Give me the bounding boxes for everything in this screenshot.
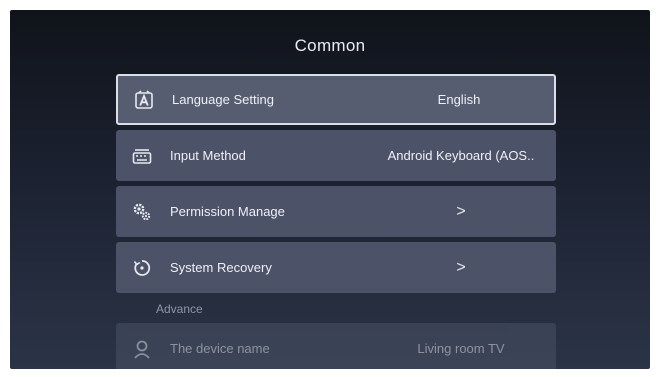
permission-gear-icon: [132, 202, 152, 222]
menu-item-permission-manage[interactable]: Permission Manage >: [116, 186, 556, 237]
input-method-value: Android Keyboard (AOS..: [387, 148, 535, 163]
language-value: English: [437, 92, 481, 107]
menu-item-device-name[interactable]: The device name Living room TV: [116, 323, 556, 369]
menu-item-label: Permission Manage: [170, 204, 285, 219]
recovery-icon: [132, 258, 152, 278]
menu-item-label: The device name: [170, 341, 270, 356]
language-icon: [134, 89, 154, 110]
keyboard-icon: [132, 146, 152, 166]
chevron-right-icon: >: [456, 202, 466, 220]
person-icon: [132, 339, 152, 359]
page-title: Common: [294, 36, 366, 55]
device-name-value: Living room TV: [417, 341, 505, 356]
menu-item-label: Language Setting: [172, 92, 274, 107]
menu-item-input-method[interactable]: Input Method Android Keyboard (AOS..: [116, 130, 556, 181]
menu-item-label: Input Method: [170, 148, 246, 163]
section-label-advance: Advance: [156, 302, 203, 316]
menu-item-label: System Recovery: [170, 260, 272, 275]
menu-item-language-setting[interactable]: Language Setting English: [116, 74, 556, 125]
chevron-right-icon: >: [456, 258, 466, 276]
menu-item-system-recovery[interactable]: System Recovery >: [116, 242, 556, 293]
tv-settings-screen: Common Language Setting English Input Me…: [10, 10, 650, 369]
